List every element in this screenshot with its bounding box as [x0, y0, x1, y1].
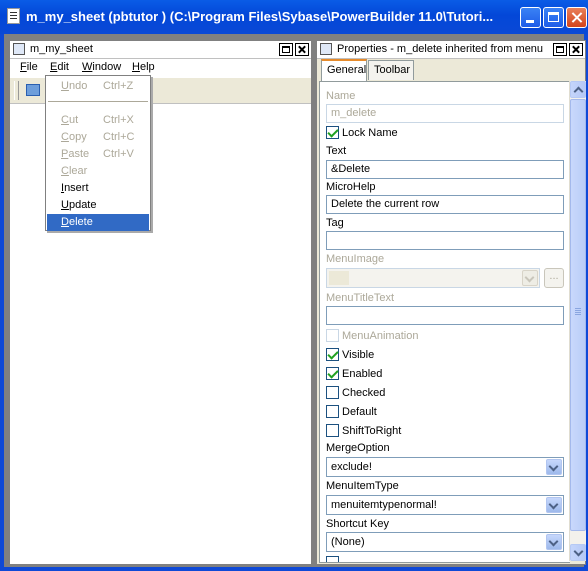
mergeoption-label: MergeOption: [326, 442, 390, 454]
menutitletext-field[interactable]: [326, 306, 564, 325]
checked-checkbox[interactable]: [326, 386, 339, 399]
menu-item-insert[interactable]: Insert: [47, 180, 149, 197]
properties-title: Properties - m_delete inherited from men…: [337, 43, 544, 55]
properties-window: Properties - m_delete inherited from men…: [316, 40, 586, 565]
mergeoption-dropdown[interactable]: exclude!: [326, 457, 564, 477]
default-checkbox[interactable]: [326, 405, 339, 418]
shortcutkey-label: Shortcut Key: [326, 518, 389, 530]
menu-item-clear[interactable]: Clear: [47, 163, 149, 180]
tab-general[interactable]: General: [321, 59, 367, 81]
text-label: Text: [326, 145, 347, 157]
menu-item-cut[interactable]: Cut Ctrl+X: [47, 112, 149, 129]
shifttoright-label: ShiftToRight: [342, 425, 402, 437]
mergeoption-value: exclude!: [331, 461, 372, 473]
chevron-down-icon[interactable]: [522, 270, 538, 286]
window-icon: [13, 43, 25, 55]
scroll-up-icon[interactable]: [570, 81, 586, 98]
enabled-label: Enabled: [342, 368, 383, 380]
toolbar-grip[interactable]: [14, 81, 19, 100]
menu-help[interactable]: Help: [132, 61, 155, 73]
document-icon: [7, 8, 20, 24]
app-title: m_my_sheet (pbtutor ) (C:\Program Files\…: [26, 9, 494, 24]
next-property-checkbox[interactable]: [326, 556, 339, 562]
menuanimation-label: MenuAnimation: [342, 330, 419, 342]
scroll-down-icon[interactable]: [570, 544, 586, 561]
tab-toolbar[interactable]: Toolbar: [368, 60, 414, 80]
menuitemtype-label: MenuItemType: [326, 480, 399, 492]
menuimage-swatch: [329, 271, 349, 285]
properties-title-bar[interactable]: Properties - m_delete inherited from men…: [317, 41, 585, 59]
toolbar-button-icon[interactable]: [26, 84, 40, 96]
menu-separator: [48, 101, 148, 102]
shortcutkey-dropdown[interactable]: (None): [326, 532, 564, 552]
menu-item-paste[interactable]: Paste Ctrl+V: [47, 146, 149, 163]
properties-close-button[interactable]: [569, 43, 583, 56]
menuimage-browse-button[interactable]: ...: [544, 268, 564, 288]
properties-scrollbar[interactable]: [569, 81, 586, 561]
menutitletext-label: MenuTitleText: [326, 292, 395, 304]
shifttoright-checkbox[interactable]: [326, 424, 339, 437]
properties-body: Name m_delete Lock Name Text &Delete Mic…: [319, 81, 570, 563]
visible-label: Visible: [342, 349, 375, 361]
menu-item-delete[interactable]: Delete: [47, 214, 149, 231]
window-icon: [320, 43, 332, 55]
chevron-down-icon[interactable]: [546, 534, 562, 550]
chevron-down-icon[interactable]: [546, 497, 562, 513]
lock-name-checkbox[interactable]: [326, 126, 339, 139]
text-field[interactable]: &Delete: [326, 160, 564, 179]
name-label: Name: [326, 90, 356, 102]
name-field[interactable]: m_delete: [326, 104, 564, 123]
close-button[interactable]: [566, 7, 587, 28]
menu-file[interactable]: File: [20, 61, 38, 73]
checked-label: Checked: [342, 387, 386, 399]
menu-edit[interactable]: Edit: [50, 61, 69, 73]
minimize-button[interactable]: [520, 7, 541, 28]
app-title-bar[interactable]: m_my_sheet (pbtutor ) (C:\Program Files\…: [0, 0, 588, 34]
default-label: Default: [342, 406, 377, 418]
microhelp-label: MicroHelp: [326, 181, 376, 193]
menuimage-dropdown[interactable]: [326, 268, 540, 288]
sheet-title-bar[interactable]: m_my_sheet: [10, 41, 311, 59]
microhelp-field[interactable]: Delete the current row: [326, 195, 564, 214]
lock-name-label: Lock Name: [342, 127, 398, 139]
chevron-down-icon[interactable]: [546, 459, 562, 475]
sheet-close-button[interactable]: [295, 43, 309, 56]
visible-checkbox[interactable]: [326, 348, 339, 361]
edit-dropdown-menu: Undo Ctrl+Z Cut Ctrl+X Copy Ctrl+C Paste…: [45, 75, 151, 231]
tag-label: Tag: [326, 217, 344, 229]
menu-item-copy[interactable]: Copy Ctrl+C: [47, 129, 149, 146]
menuitemtype-value: menuitemtypenormal!: [331, 499, 437, 511]
sheet-title: m_my_sheet: [30, 43, 93, 55]
menuanimation-checkbox[interactable]: [326, 329, 339, 342]
properties-maximize-button[interactable]: [553, 43, 567, 56]
scroll-thumb[interactable]: [570, 99, 586, 531]
shortcutkey-value: (None): [331, 536, 365, 548]
maximize-button[interactable]: [543, 7, 564, 28]
menuitemtype-dropdown[interactable]: menuitemtypenormal!: [326, 495, 564, 515]
menu-item-undo[interactable]: Undo Ctrl+Z: [47, 78, 149, 95]
tag-field[interactable]: [326, 231, 564, 250]
sheet-maximize-button[interactable]: [279, 43, 293, 56]
menu-item-update[interactable]: Update: [47, 197, 149, 214]
menuimage-label: MenuImage: [326, 253, 385, 265]
enabled-checkbox[interactable]: [326, 367, 339, 380]
menu-window[interactable]: Window: [82, 61, 121, 73]
